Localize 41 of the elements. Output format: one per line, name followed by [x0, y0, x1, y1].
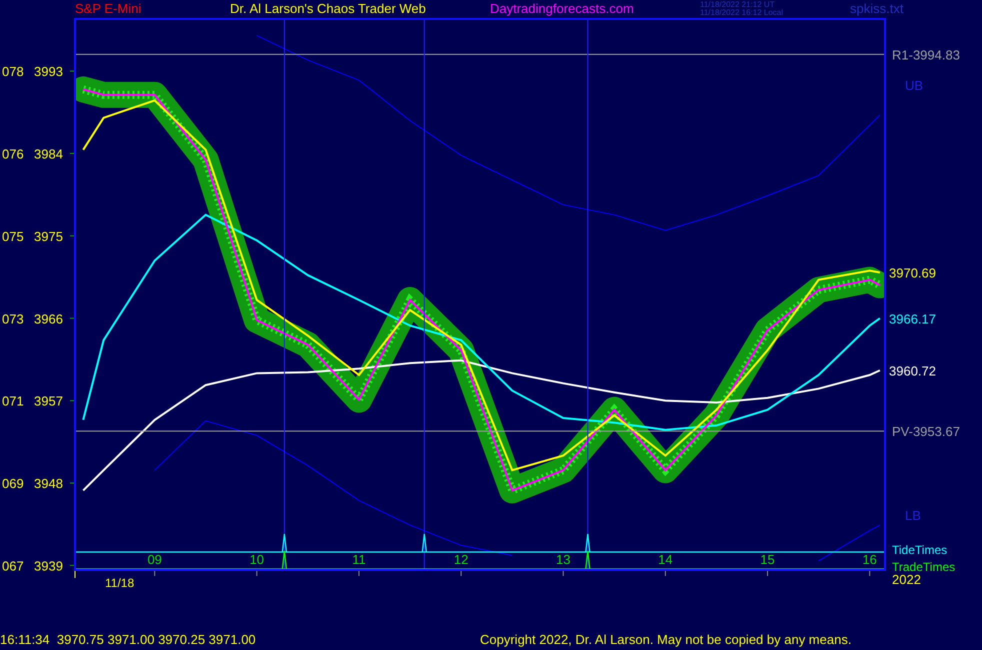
file-name: spkiss.txt — [850, 0, 904, 18]
price-label: 3966.17 — [889, 311, 936, 326]
x-axis-label: 12 — [454, 552, 468, 567]
y-axis-label: 3975 — [34, 228, 63, 244]
copyright-notice: Copyright 2022, Dr. Al Larson. May not be copied by any means. — [480, 630, 852, 649]
y-axis-label: 3984 — [34, 146, 63, 162]
x-axis-label: 14 — [658, 552, 673, 567]
price-label: 3960.72 — [889, 363, 936, 378]
y-axis-label: 3966 — [34, 311, 63, 326]
timing-label: TradeTimes — [892, 560, 956, 574]
chart-title: Dr. Al Larson's Chaos Trader Web — [230, 0, 427, 18]
level-label: R1-3994.83 — [892, 47, 960, 62]
y-axis-label: 075 — [2, 228, 24, 244]
band-label: LB — [905, 508, 921, 524]
y-axis-label: 3993 — [34, 64, 63, 80]
website-label: Daytradingforecasts.com — [490, 0, 635, 18]
timestamp: 11/18/2022 21:12 UT — [700, 1, 776, 9]
y-axis-label: 3948 — [34, 476, 63, 492]
x-axis-label: 16 — [862, 552, 877, 567]
date-label: 11/18 — [105, 576, 134, 590]
y-axis-label: 3939 — [34, 558, 63, 574]
symbol-label: S&P E-Mini — [75, 0, 142, 18]
y-axis-label: 069 — [2, 476, 24, 492]
level-label: PV-3953.67 — [892, 424, 960, 440]
x-axis-label: 11 — [352, 552, 366, 567]
y-axis-label: 078 — [2, 64, 24, 80]
y-axis-label: 073 — [2, 311, 24, 326]
price-quote: 16:11:34 3970.75 3971.00 3970.25 3971.00 — [0, 630, 257, 648]
x-axis-label: 10 — [250, 552, 264, 567]
y-axis-label: 3957 — [34, 394, 63, 409]
price-label: 3970.69 — [889, 266, 936, 280]
y-axis-label: 071 — [2, 394, 24, 409]
y-axis-label: 067 — [2, 558, 24, 574]
year-label: 2022 — [892, 572, 921, 587]
timestamp: 11/18/2022 16:12 Local — [700, 9, 784, 17]
timing-label: TideTimes — [892, 543, 948, 557]
x-axis-label: 09 — [147, 552, 162, 567]
x-axis-label: 15 — [760, 552, 775, 567]
y-axis-label: 076 — [2, 146, 24, 162]
x-axis-label: 13 — [556, 552, 570, 567]
band-label: UB — [905, 78, 924, 94]
